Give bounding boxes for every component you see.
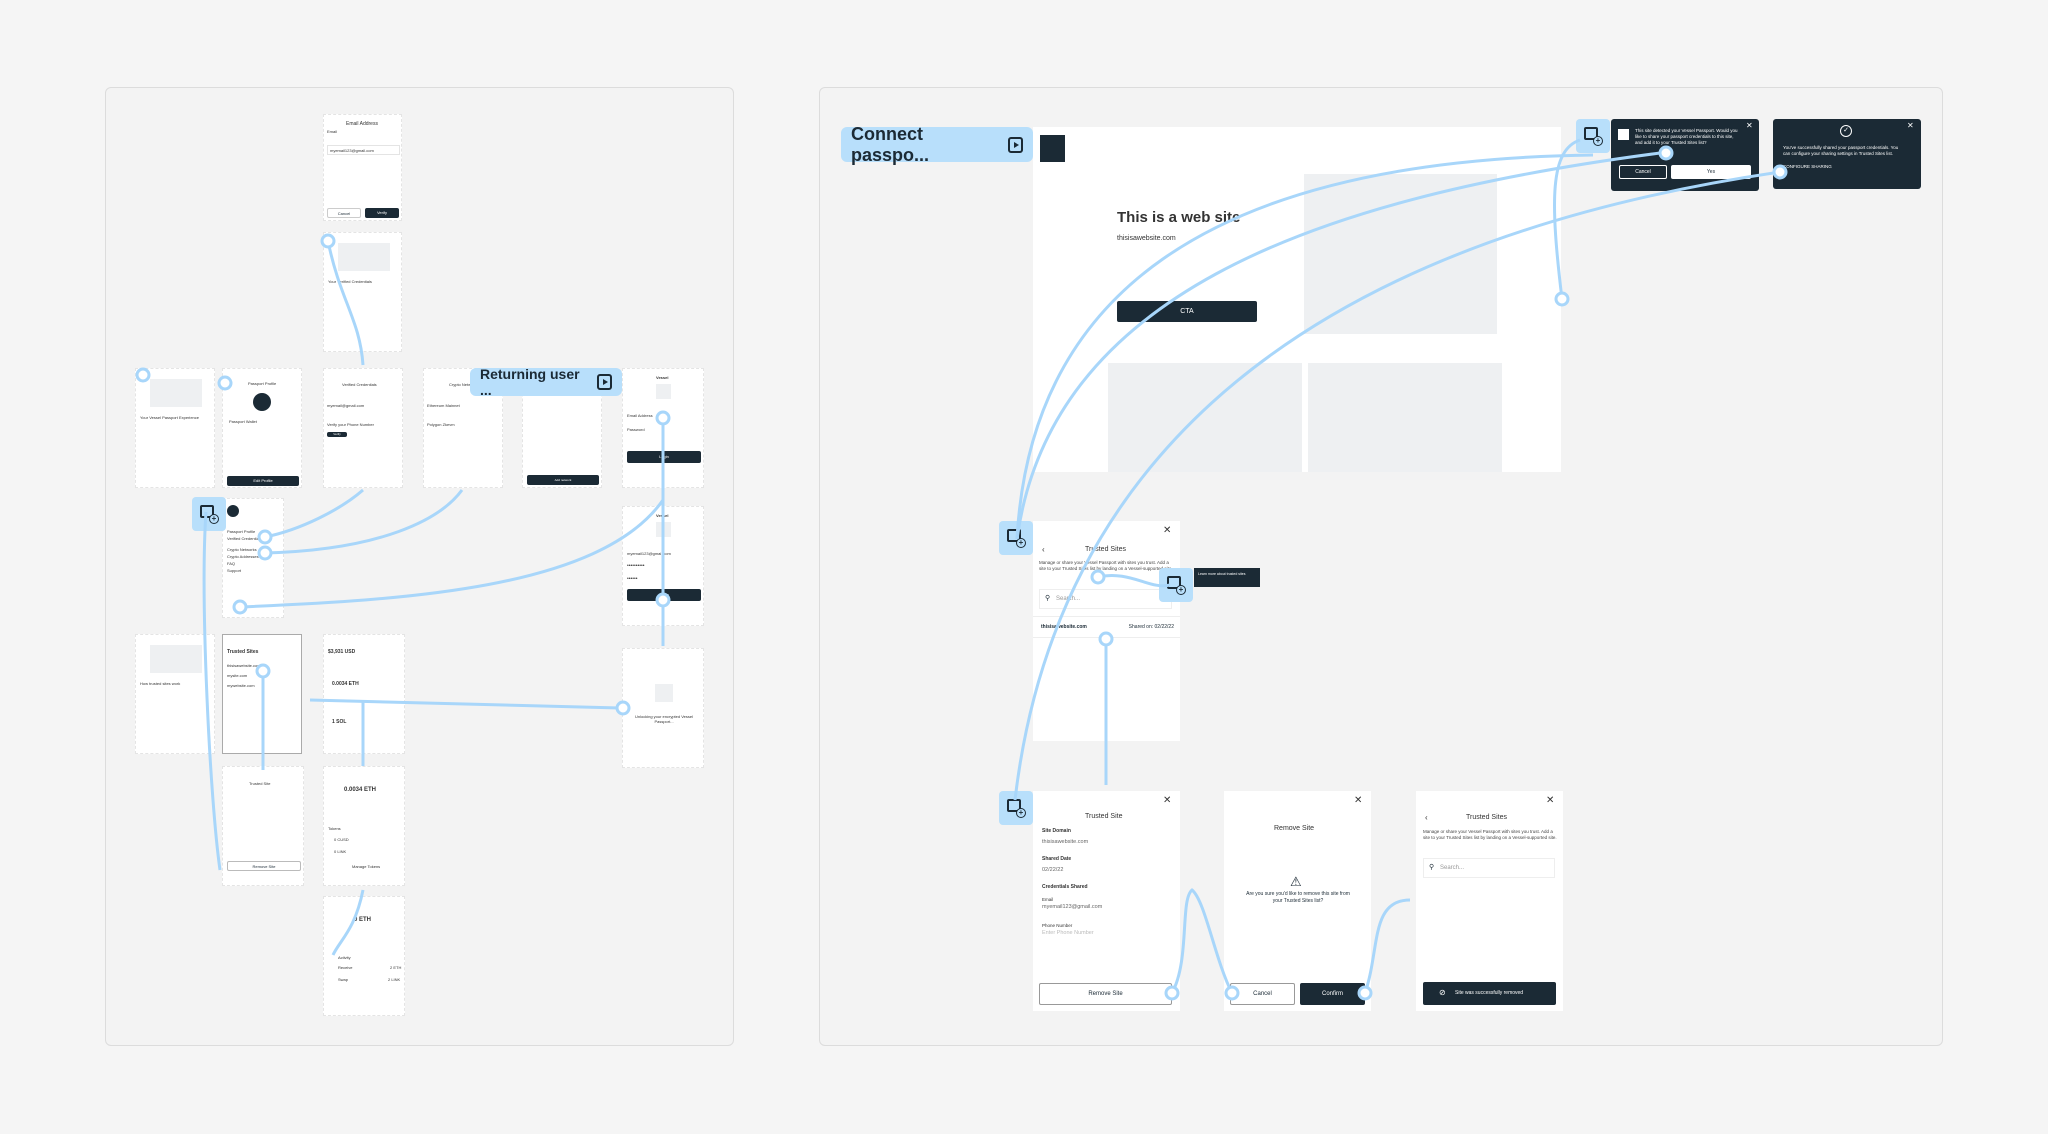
trusted-sites-frame: ✕ ‹ Trusted Sites Manage or share your V… (1033, 521, 1180, 741)
consent-modal: This site detected your Vessel Passport.… (1611, 119, 1759, 191)
check-icon: ⊘ (1439, 988, 1446, 997)
left-hotspot-icon[interactable]: + (192, 497, 226, 531)
back-icon[interactable]: ‹ (1042, 545, 1045, 554)
verify-button[interactable]: Verify (365, 208, 399, 218)
connect-passport-flow-tag[interactable]: Connect passpo... (841, 124, 1033, 165)
close-icon[interactable]: ✕ (1907, 121, 1914, 130)
login-filled-frame: Vessel myemail123@gmail.com •••••••••• •… (622, 506, 704, 626)
returning-user-flow-tag[interactable]: Returning user ... (470, 366, 622, 398)
remove-site-button[interactable]: Remove Site (227, 861, 301, 871)
eth-detail-frame: 0.0034 ETH Tokens 0 CUSD 0 LINK Manage T… (323, 766, 405, 886)
trusted-sites-hotspot-icon[interactable]: + (999, 521, 1033, 555)
verified-credentials-frame: Verified Credentials myemail@gmail.com V… (323, 368, 403, 488)
cancel-button[interactable]: Cancel (1230, 983, 1295, 1005)
cta-button[interactable]: CTA (1117, 301, 1257, 322)
website-frame: This is a web site thisisawebsite.com CT… (1033, 127, 1561, 472)
passport-intro-frame: Your Vessel Passport Experience (135, 368, 215, 488)
verified-intro-frame: Your Verified Credentials (323, 232, 402, 352)
warning-icon: ⚠ (1290, 874, 1302, 889)
tooltip-hotspot-icon[interactable]: + (1159, 568, 1193, 602)
eth-activity-frame: 0 ETH Activity Receive 2 ETH Swap 2 LINK (323, 896, 405, 1016)
remove-site-modal-frame: ✕ Remove Site ⚠ Are you sure you'd like … (1224, 791, 1371, 1011)
yes-button[interactable]: Yes (1671, 165, 1751, 179)
login-frame: Vessel Email Address Password Login (622, 368, 704, 488)
passport-profile-frame: Passport Profile Passport Wallet Edit Pr… (222, 368, 302, 488)
success-toast: ⊘ Site was successfully removed (1423, 982, 1556, 1005)
close-icon[interactable]: ✕ (1163, 525, 1171, 536)
close-icon[interactable]: ✕ (1163, 795, 1171, 806)
cancel-button[interactable]: Cancel (1619, 165, 1667, 179)
close-icon[interactable]: ✕ (1746, 121, 1753, 130)
email-address-frame[interactable]: Email Address Email myemail123@gmail.com… (323, 114, 402, 221)
back-icon[interactable]: ‹ (1425, 813, 1428, 822)
detail-hotspot-icon[interactable]: + (999, 791, 1033, 825)
checkbox[interactable] (1618, 129, 1629, 140)
search-icon: ⚲ (1045, 595, 1051, 602)
login-filled-button[interactable]: Login (627, 589, 701, 601)
search-input[interactable]: ⚲ Search... (1423, 858, 1555, 878)
consent-result: ✓ ✕ You've successfully shared your pass… (1773, 119, 1921, 189)
cancel-button[interactable]: Cancel (327, 208, 361, 218)
check-circle-icon: ✓ (1840, 125, 1852, 137)
email-input[interactable]: myemail123@gmail.com (327, 145, 400, 155)
verify-phone-button[interactable]: Verify (327, 432, 347, 437)
menu-frame: Passport Profile Verified Credentials Cr… (222, 498, 284, 618)
add-network-button[interactable]: Add network (527, 475, 599, 485)
play-frame-icon (596, 374, 612, 390)
logo (1040, 135, 1065, 162)
login-button[interactable]: Login (627, 451, 701, 463)
trusted-sites-after-frame: ✕ ‹ Trusted Sites Manage or share your V… (1416, 791, 1563, 1011)
how-trusted-frame: How trusted sites work (135, 634, 215, 754)
remove-site-button[interactable]: Remove Site (1039, 983, 1172, 1005)
trusted-list-frame: Trusted Sites thisisawebsite.com mysite.… (222, 634, 302, 754)
tooltip: Learn more about trusted sites (1194, 568, 1260, 587)
wallet-frame: $3,931 USD 0.0034 ETH 1 SOL (323, 634, 405, 754)
close-icon[interactable]: ✕ (1354, 795, 1362, 806)
search-icon: ⚲ (1429, 864, 1435, 871)
play-frame-icon (1007, 136, 1023, 153)
consent-hotspot-icon[interactable]: + (1576, 119, 1610, 153)
search-input[interactable]: ⚲ Search... (1039, 589, 1172, 609)
trusted-site-detail-frame: ✕ Trusted Site Site Domain thisisawebsit… (1033, 791, 1180, 1011)
confirm-button[interactable]: Confirm (1300, 983, 1365, 1005)
trusted-site-row[interactable]: thisisawebsite.com Shared on: 02/22/22 (1033, 616, 1180, 638)
avatar (253, 393, 271, 411)
edit-profile-button[interactable]: Edit Profile (227, 476, 299, 486)
close-icon[interactable]: ✕ (1546, 795, 1554, 806)
unlocking-frame: Unlocking your encrypted Vessel Passport… (622, 648, 704, 768)
trusted-detail-frame: Trusted Site Remove Site (222, 766, 304, 886)
